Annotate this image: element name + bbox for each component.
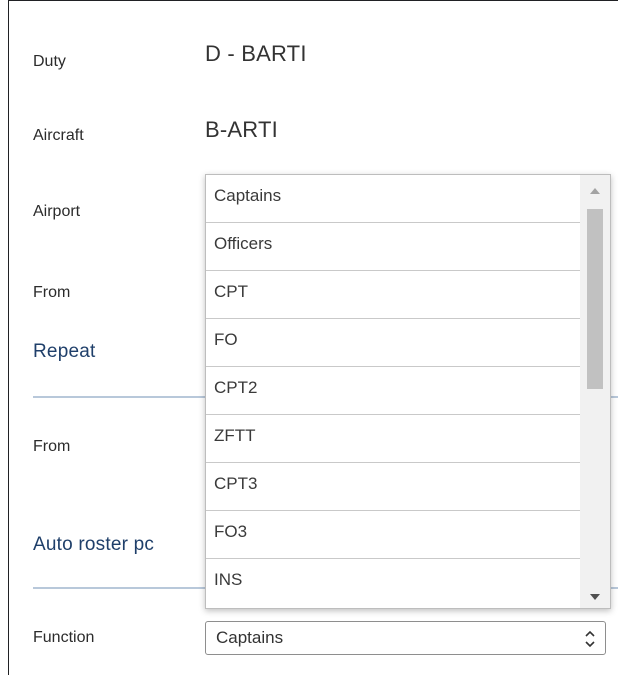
option-fo3[interactable]: FO3 [206, 511, 580, 559]
function-selected-value: Captains [216, 628, 284, 647]
option-label: CPT3 [214, 474, 258, 493]
scroll-up-arrow-icon[interactable] [590, 188, 600, 194]
repeat-from-label: From [33, 438, 71, 455]
scrollbar-thumb[interactable] [587, 209, 603, 389]
duty-value: D - BARTI [205, 41, 307, 66]
duty-label: Duty [33, 53, 66, 70]
from-label: From [33, 284, 71, 301]
option-captains[interactable]: Captains [206, 175, 580, 223]
function-select[interactable]: Captains [205, 621, 606, 655]
option-cpt3[interactable]: CPT3 [206, 463, 580, 511]
aircraft-value: B-ARTI [205, 117, 278, 142]
function-label: Function [33, 629, 95, 646]
option-fo[interactable]: FO [206, 319, 580, 367]
option-label: Officers [214, 234, 273, 253]
option-label: CPT [214, 282, 248, 301]
scroll-down-arrow-icon[interactable] [590, 594, 600, 600]
option-cpt[interactable]: CPT [206, 271, 580, 319]
option-zftt[interactable]: ZFTT [206, 415, 580, 463]
option-ins[interactable]: INS [206, 559, 580, 607]
chevron-up-down-icon [585, 630, 595, 648]
duty-form-panel: Duty D - BARTI Aircraft B-ARTI Airport F… [8, 0, 618, 675]
aircraft-label: Aircraft [33, 127, 84, 144]
option-label: INS [214, 570, 243, 589]
repeat-section-heading: Repeat [33, 341, 96, 362]
option-label: FO3 [214, 522, 248, 541]
option-label: CPT2 [214, 378, 258, 397]
option-label: ZFTT [214, 426, 256, 445]
option-label: FO [214, 330, 238, 349]
airport-label: Airport [33, 203, 81, 220]
dropdown-scrollbar[interactable] [580, 175, 610, 608]
option-officers[interactable]: Officers [206, 223, 580, 271]
function-options-list[interactable]: Captains Officers CPT FO CPT2 ZFTT CPT3 … [205, 174, 611, 609]
option-cpt2[interactable]: CPT2 [206, 367, 580, 415]
option-label: Captains [214, 186, 282, 205]
auto-roster-section-heading: Auto roster pc [33, 534, 155, 555]
